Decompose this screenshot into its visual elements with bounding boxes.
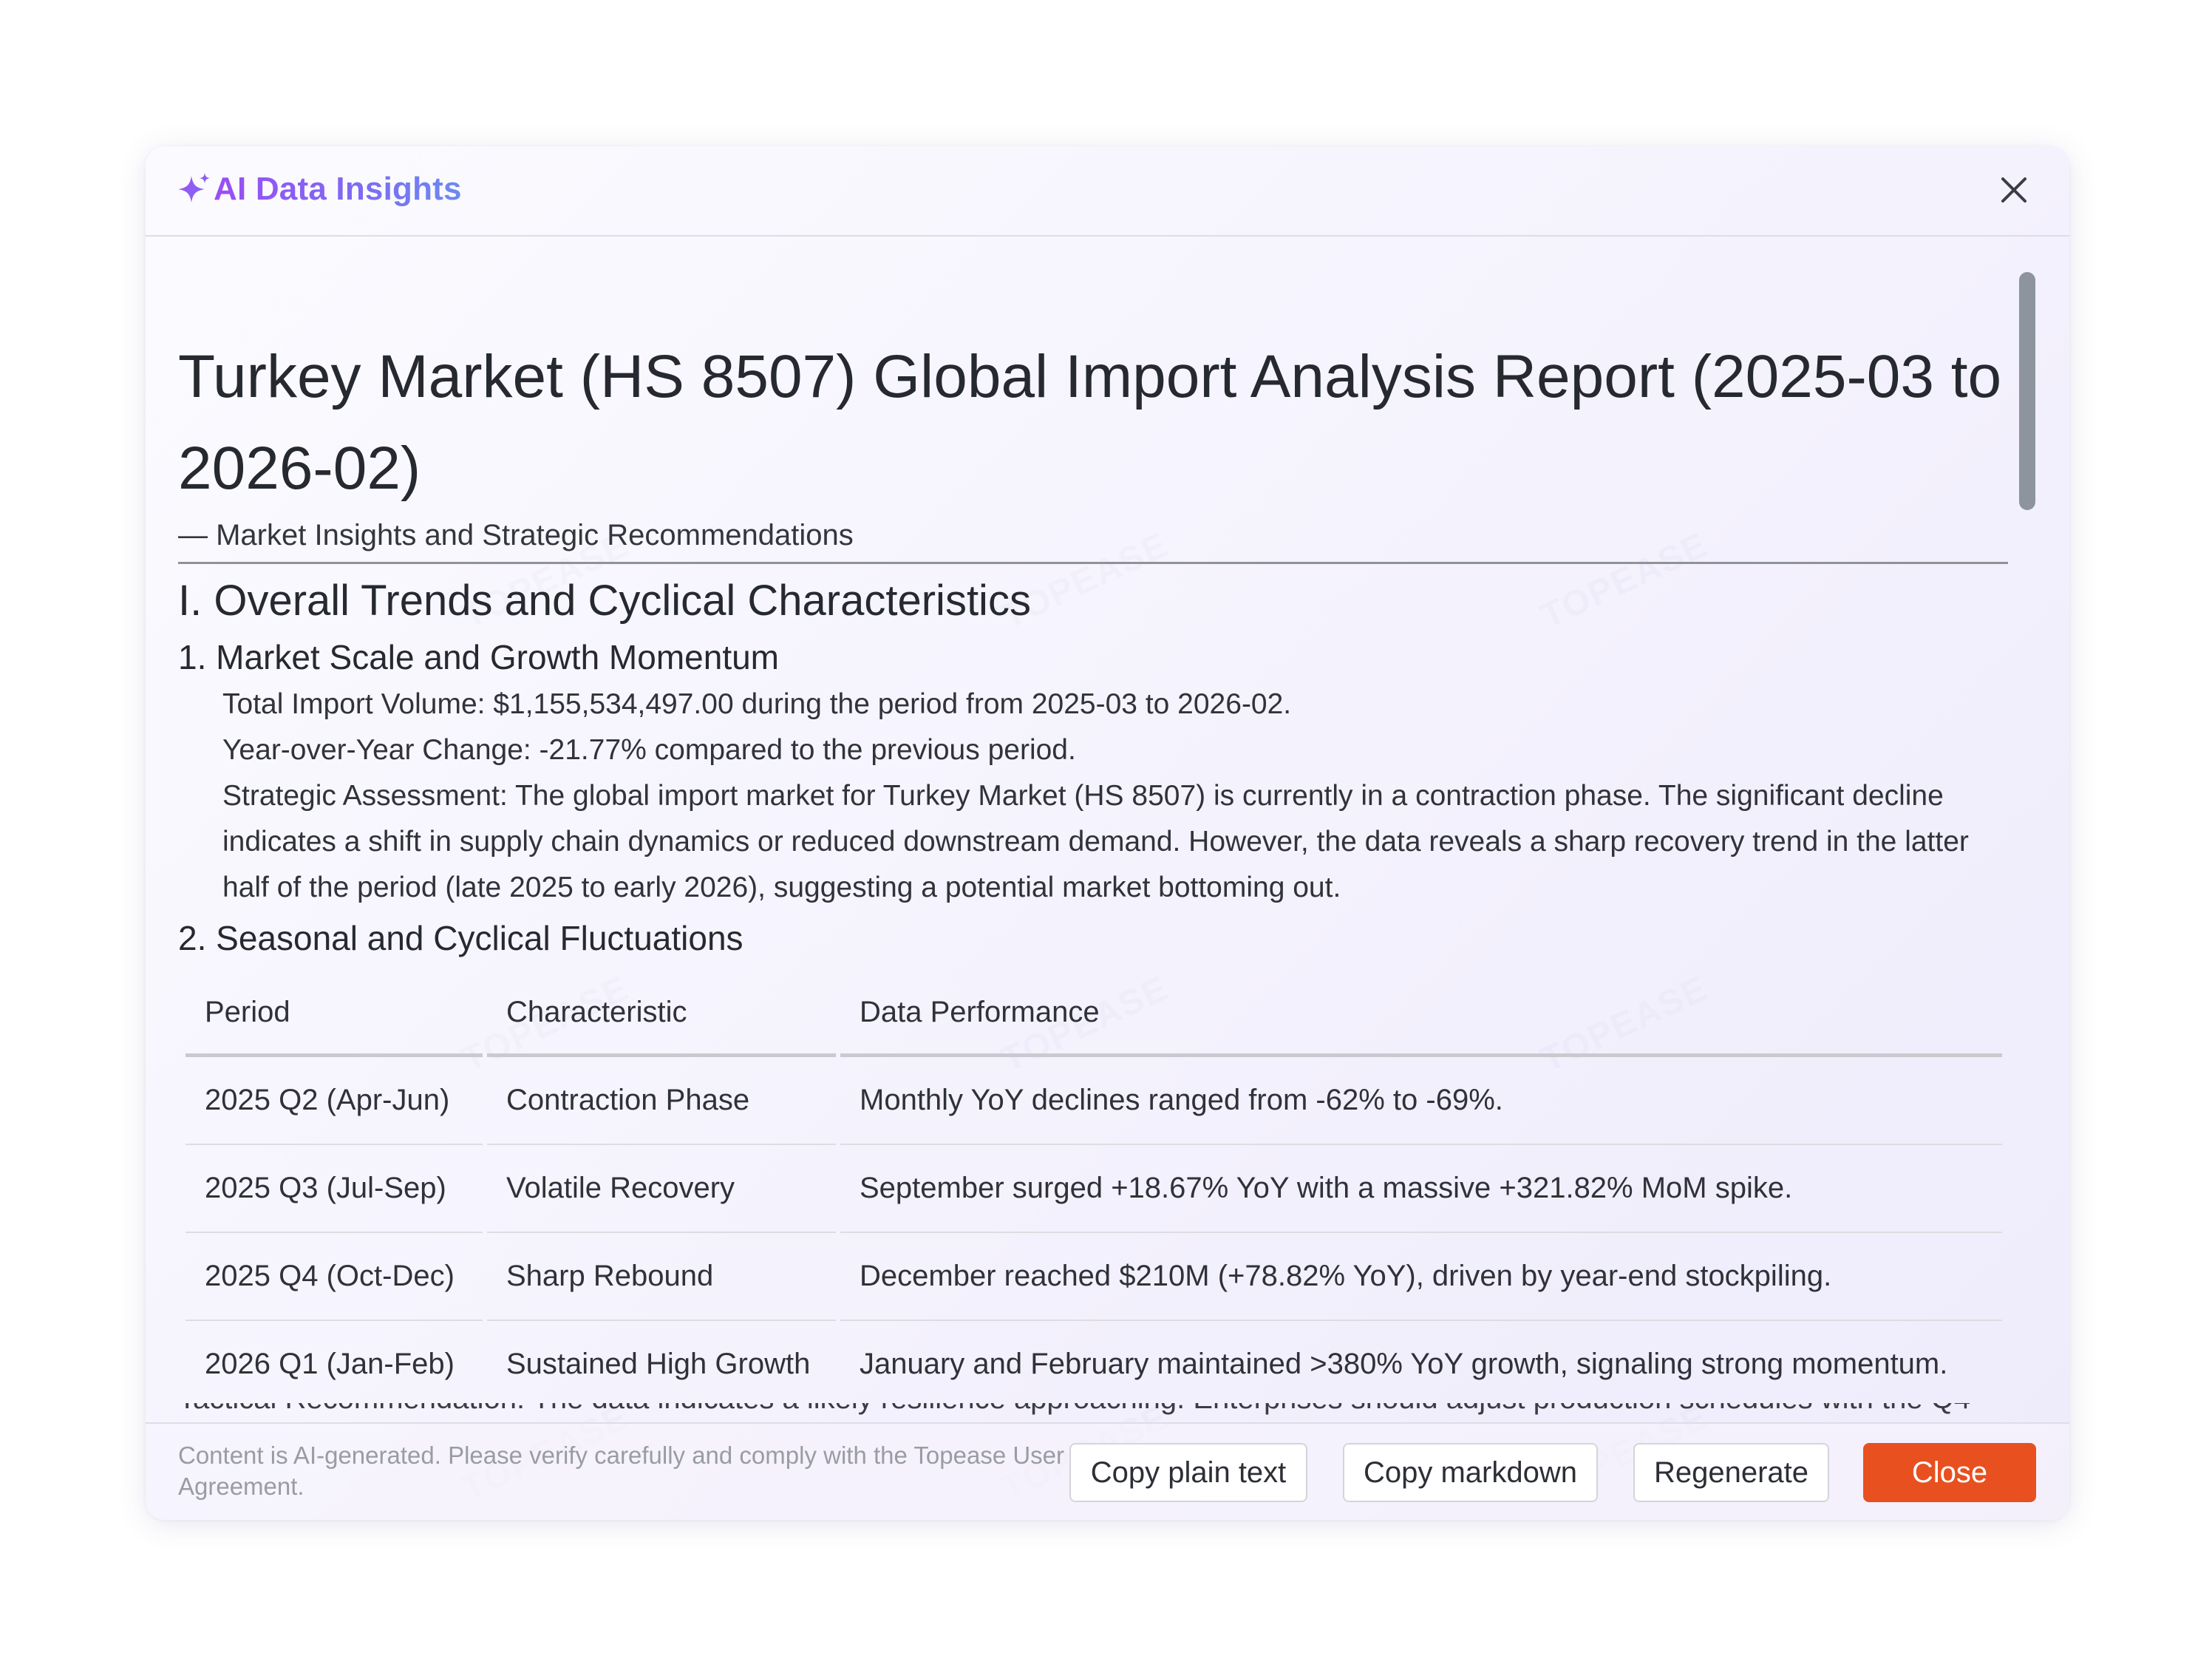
- scrollbar-thumb[interactable]: [2019, 272, 2035, 510]
- copy-markdown-button[interactable]: Copy markdown: [1343, 1443, 1598, 1502]
- report-title: Turkey Market (HS 8507) Global Import An…: [178, 343, 2002, 502]
- scrollbar[interactable]: [2019, 272, 2035, 1520]
- table-cell: Monthly YoY declines ranged from -62% to…: [840, 1057, 2002, 1145]
- table-cell: September surged +18.67% YoY with a mass…: [840, 1145, 2002, 1233]
- subsection-heading: 1. Market Scale and Growth Momentum: [178, 638, 779, 676]
- section-heading: I. Overall Trends and Cyclical Character…: [178, 577, 1031, 625]
- table-header: Characteristic: [487, 971, 836, 1057]
- regenerate-button[interactable]: Regenerate: [1633, 1443, 1829, 1502]
- partially-visible-text-line: Tactical Recommendation: The data indica…: [178, 1403, 2008, 1421]
- table-cell: Volatile Recovery: [487, 1145, 836, 1233]
- copy-plain-text-button[interactable]: Copy plain text: [1069, 1443, 1307, 1502]
- table-cell: 2025 Q4 (Oct-Dec): [186, 1233, 483, 1321]
- ai-disclaimer: Content is AI-generated. Please verify c…: [178, 1442, 1065, 1500]
- strategic-assessment-text: Strategic Assessment: The global import …: [222, 780, 1969, 903]
- yoy-change-text: Year-over-Year Change: -21.77% compared …: [222, 734, 1076, 766]
- table-header: Period: [186, 971, 483, 1057]
- ai-insights-dialog: TOPEASE TOPEASE TOPEASE TOPEASE TOPEASE …: [146, 146, 2069, 1520]
- table-header: Data Performance: [840, 971, 2002, 1057]
- table-cell: Contraction Phase: [487, 1057, 836, 1145]
- table-row: 2025 Q4 (Oct-Dec) Sharp Rebound December…: [186, 1233, 2002, 1321]
- table-cell: January and February maintained >380% Yo…: [860, 1348, 1948, 1380]
- report-content: Turkey Market (HS 8507) Global Import An…: [178, 146, 2008, 1424]
- total-import-text: Total Import Volume: $1,155,534,497.00 d…: [222, 688, 1292, 720]
- table-cell: Sustained High Growth: [506, 1348, 811, 1380]
- table-cell: Sharp Rebound: [487, 1233, 836, 1321]
- table-row: 2026 Q1 (Jan-Feb) Sustained High Growth …: [186, 1321, 2002, 1408]
- table-row: 2025 Q2 (Apr-Jun) Contraction Phase Mont…: [186, 1057, 2002, 1145]
- close-button[interactable]: Close: [1863, 1443, 2036, 1502]
- report-subtitle: — Market Insights and Strategic Recommen…: [178, 515, 2008, 564]
- seasonal-table: Period Characteristic Data Performance 2…: [181, 971, 2007, 1408]
- table-row: 2025 Q3 (Jul-Sep) Volatile Recovery Sept…: [186, 1145, 2002, 1233]
- table-cell: 2025 Q3 (Jul-Sep): [186, 1145, 483, 1233]
- table-cell: 2025 Q2 (Apr-Jun): [186, 1057, 483, 1145]
- table-header-row: Period Characteristic Data Performance: [186, 971, 2002, 1057]
- partially-visible-text: Tactical Recommendation: The data indica…: [178, 1403, 2008, 1421]
- subsection-heading: 2. Seasonal and Cyclical Fluctuations: [178, 919, 743, 957]
- dialog-footer: Content is AI-generated. Please verify c…: [146, 1422, 2069, 1520]
- table-cell: 2026 Q1 (Jan-Feb): [205, 1348, 455, 1380]
- table-cell: December reached $210M (+78.82% YoY), dr…: [840, 1233, 2002, 1321]
